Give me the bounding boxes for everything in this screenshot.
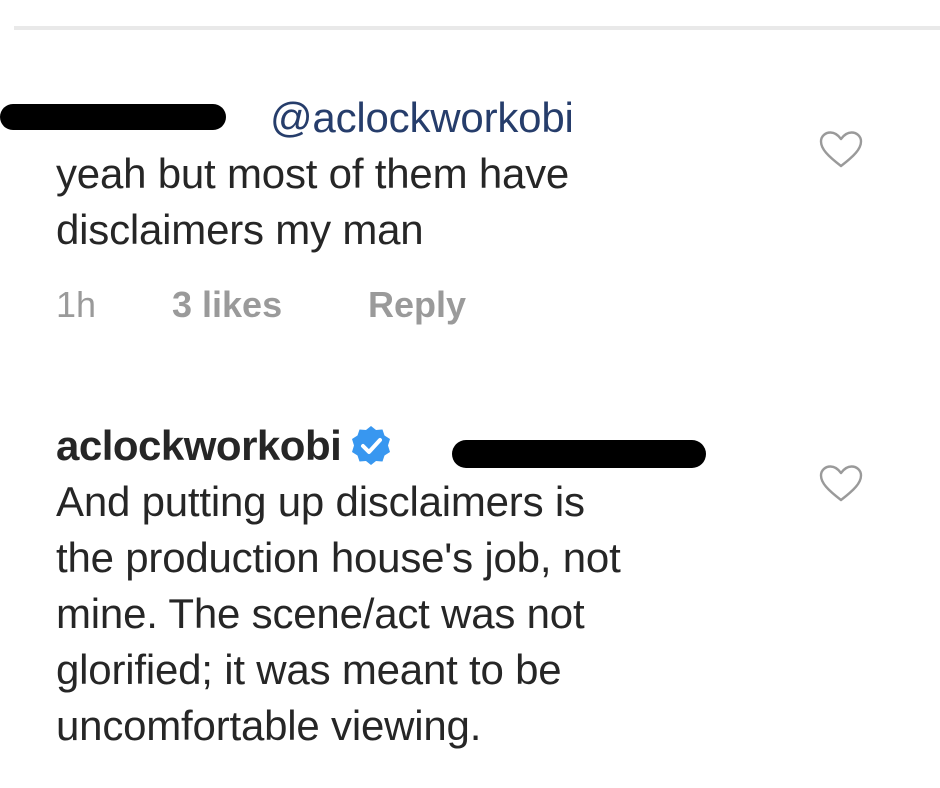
heart-outline-icon[interactable] [818, 464, 864, 504]
top-divider [14, 26, 940, 30]
mention-link[interactable]: @aclockworkobi [270, 94, 574, 141]
comment-body: @aclockworkobi yeah but most of them hav… [56, 90, 776, 258]
comment-text-line: mine. The scene/act was not [56, 590, 585, 637]
verified-badge-icon [352, 426, 391, 465]
comment-text-line: glorified; it was meant to be [56, 646, 562, 693]
comment-time: 1h [56, 284, 97, 325]
comment-header-line: @aclockworkobi [56, 90, 776, 146]
comment-text-line: And putting up disclaimers is [56, 478, 585, 525]
redacted-mention [452, 440, 706, 468]
comment-body: aclockworkobi And putting up disclaimers… [56, 418, 776, 754]
likes-count-link[interactable]: 3 likes [172, 284, 368, 326]
comment-meta: 1h 3 likes Reply [56, 284, 466, 326]
heart-outline-icon[interactable] [818, 130, 864, 170]
comment-text-line: uncomfortable viewing. [56, 702, 482, 749]
comment-text-line: the production house's job, not [56, 534, 621, 581]
comment-text-line: disclaimers my man [56, 206, 424, 253]
reply-button[interactable]: Reply [368, 284, 466, 326]
comment-username[interactable]: aclockworkobi [56, 422, 342, 469]
comment-text-line: yeah but most of them have [56, 150, 570, 197]
